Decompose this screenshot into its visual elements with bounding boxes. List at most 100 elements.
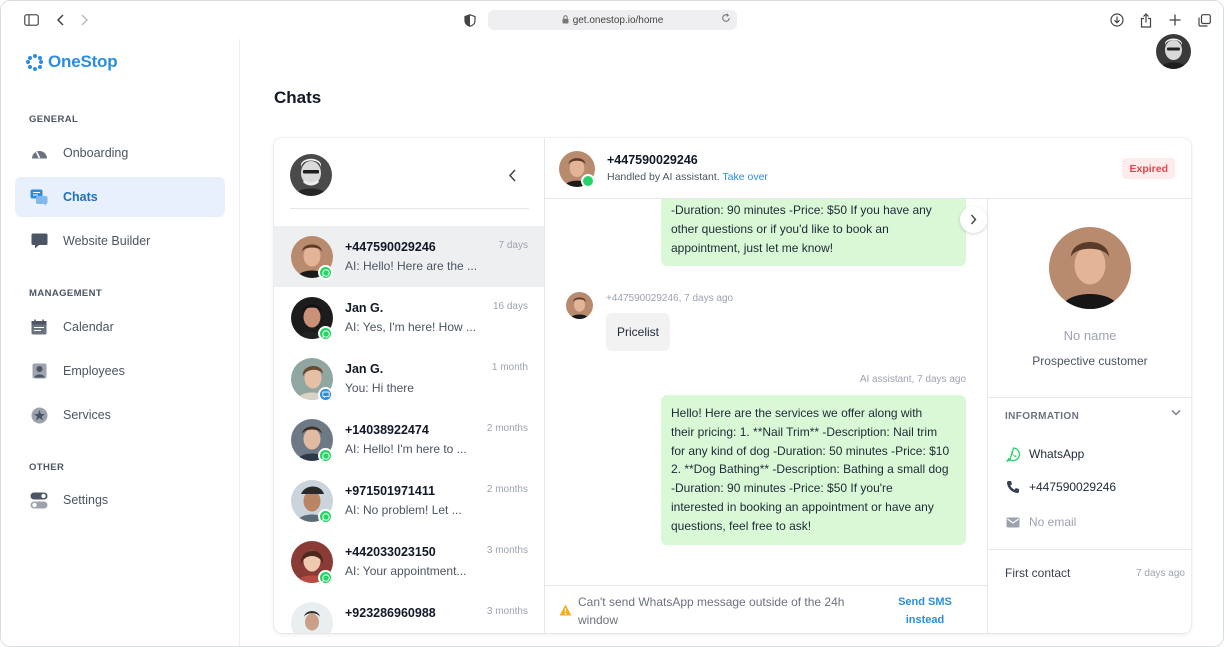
divider: [988, 549, 1191, 550]
chat-name: +971501971411: [345, 484, 436, 498]
sidebar: OneStop GENERAL Onboarding Chats Website…: [1, 39, 240, 646]
divider: [290, 208, 529, 209]
contact-channel: WhatsApp: [1005, 446, 1084, 462]
sidebar-item-label: Onboarding: [63, 146, 129, 160]
sidebar-item-onboarding[interactable]: Onboarding: [15, 133, 225, 173]
sidebar-item-chats[interactable]: Chats: [15, 177, 225, 217]
chat-list-item[interactable]: +442033023150 3 months AI: Your appointm…: [274, 531, 544, 592]
message-line: questions, feel free to ask!: [671, 518, 812, 533]
sidebar-item-label: Services: [63, 408, 111, 422]
chat-preview: You: Hi there: [345, 381, 414, 395]
chat-name: +14038922474: [345, 423, 429, 437]
chat-list-item[interactable]: +971501971411 2 months AI: No problem! L…: [274, 470, 544, 531]
agent-avatar[interactable]: [290, 154, 332, 196]
chat-preview: AI: Hello! Here are the ...: [345, 259, 478, 273]
section-label-other: OTHER: [29, 462, 65, 473]
phone-number: +447590029246: [1029, 480, 1117, 494]
message-meta: AI assistant, 7 days ago: [859, 374, 966, 385]
contact-email: No email: [1005, 514, 1076, 530]
url-text: get.onestop.io/home: [572, 14, 664, 26]
logo[interactable]: OneStop: [26, 52, 118, 72]
information-section-label: INFORMATION: [1005, 411, 1080, 422]
sidebar-item-label: Website Builder: [63, 234, 151, 248]
chat-list: +447590029246 7 days AI: Hello! Here are…: [274, 138, 545, 633]
back-icon[interactable]: [52, 11, 70, 29]
message-line: for any kind of dog -Duration: 50 minute…: [671, 443, 950, 458]
expand-chevron-right-icon[interactable]: [960, 206, 987, 233]
star-badge-icon: [29, 406, 49, 424]
chat-time: 3 months: [486, 606, 528, 617]
take-over-link[interactable]: Take over: [722, 171, 768, 183]
sidebar-item-settings[interactable]: Settings: [15, 480, 225, 520]
contact-info-panel: No name Prospective customer INFORMATION…: [987, 199, 1191, 633]
download-icon[interactable]: [1108, 11, 1126, 29]
sidebar-toggle-icon[interactable]: [22, 11, 40, 29]
onestop-logo-icon: [26, 53, 43, 71]
new-tab-icon[interactable]: [1166, 11, 1184, 29]
contact-avatar-large: [1049, 227, 1131, 309]
person-icon: [29, 362, 49, 380]
chat-list-item[interactable]: +923286960988 3 months: [274, 592, 544, 633]
tabs-overview-icon[interactable]: [1195, 11, 1213, 29]
sidebar-item-services[interactable]: Services: [15, 395, 225, 435]
send-sms-button[interactable]: Send SMS instead: [890, 593, 960, 629]
whatsapp-window-notice: Can't send WhatsApp message outside of t…: [578, 595, 845, 627]
first-contact-value: 7 days ago: [1136, 568, 1185, 579]
ai-message-bubble: Hello! Here are the services we offer al…: [661, 395, 966, 545]
section-label-general: GENERAL: [29, 114, 79, 125]
chat-time: 7 days: [498, 240, 528, 251]
brand-name: OneStop: [48, 52, 118, 71]
whatsapp-badge-icon: [318, 509, 333, 524]
contact-avatar: [566, 292, 593, 319]
sidebar-item-label: Chats: [63, 190, 98, 204]
account-avatar[interactable]: [1156, 34, 1191, 69]
chat-name: +442033023150: [345, 545, 436, 559]
collapse-list-chevron-left-icon[interactable]: [502, 165, 522, 185]
sidebar-item-label: Employees: [63, 364, 125, 378]
warning-icon: [559, 603, 572, 616]
contact-role: Prospective customer: [1032, 354, 1148, 368]
contact-avatar: [291, 602, 333, 633]
browser-toolbar: get.onestop.io/home: [1, 1, 1223, 39]
status-badge: Expired: [1122, 158, 1175, 179]
message-line: 2. **Dog Bathing** -Description: Bathing…: [671, 462, 949, 477]
ai-message-bubble: -Duration: 90 minutes -Price: $50 If you…: [661, 199, 966, 267]
share-icon[interactable]: [1137, 11, 1155, 29]
whatsapp-badge-icon: [581, 174, 595, 188]
message-line: their pricing: 1. **Nail Trim** -Descrip…: [671, 424, 938, 439]
whatsapp-badge-icon: [318, 265, 333, 280]
chat-list-item[interactable]: Jan G. 1 month You: Hi there: [274, 348, 544, 409]
forward-icon[interactable]: [75, 11, 93, 29]
sidebar-item-calendar[interactable]: Calendar: [15, 307, 225, 347]
sidebar-item-website-builder[interactable]: Website Builder: [15, 221, 225, 261]
chat-time: 3 months: [486, 545, 528, 556]
chat-list-item[interactable]: +14038922474 2 months AI: Hello! I'm her…: [274, 409, 544, 470]
chat-name: Jan G.: [345, 301, 384, 315]
gauge-icon: [29, 144, 49, 162]
sidebar-item-employees[interactable]: Employees: [15, 351, 225, 391]
chat-list-item[interactable]: +447590029246 7 days AI: Hello! Here are…: [274, 226, 544, 287]
contact-name: +447590029246: [607, 153, 698, 167]
address-bar[interactable]: get.onestop.io/home: [488, 10, 737, 30]
mail-icon: [1005, 514, 1021, 530]
message-line: other questions or if you'd like to book…: [671, 221, 889, 236]
chat-time: 2 months: [486, 484, 528, 495]
sms-badge-icon: [318, 387, 333, 402]
chat-time: 2 months: [486, 423, 528, 434]
privacy-shield-icon[interactable]: [461, 11, 479, 29]
conversation-header: +447590029246 Handled by AI assistant. T…: [545, 138, 1191, 199]
chevron-down-icon[interactable]: [1171, 407, 1181, 419]
chat-name: +923286960988: [345, 606, 436, 620]
whatsapp-badge-icon: [318, 326, 333, 341]
reload-icon[interactable]: [721, 13, 731, 26]
chat-list-item[interactable]: Jan G. 16 days AI: Yes, I'm here! How ..…: [274, 287, 544, 348]
message-meta: +447590029246, 7 days ago: [606, 293, 734, 304]
whatsapp-badge-icon: [318, 570, 333, 585]
composer-bar: Can't send WhatsApp message outside of t…: [545, 585, 987, 633]
message-thread[interactable]: -Duration: 90 minutes -Price: $50 If you…: [545, 199, 987, 585]
handled-by-text: Handled by AI assistant. Take over: [607, 171, 768, 183]
chat-preview: AI: Yes, I'm here! How ...: [345, 320, 477, 334]
contact-phone: +447590029246: [1005, 479, 1116, 495]
message-line: -Duration: 90 minutes -Price: $50 If you…: [671, 481, 893, 496]
monitor-icon: [29, 232, 49, 250]
